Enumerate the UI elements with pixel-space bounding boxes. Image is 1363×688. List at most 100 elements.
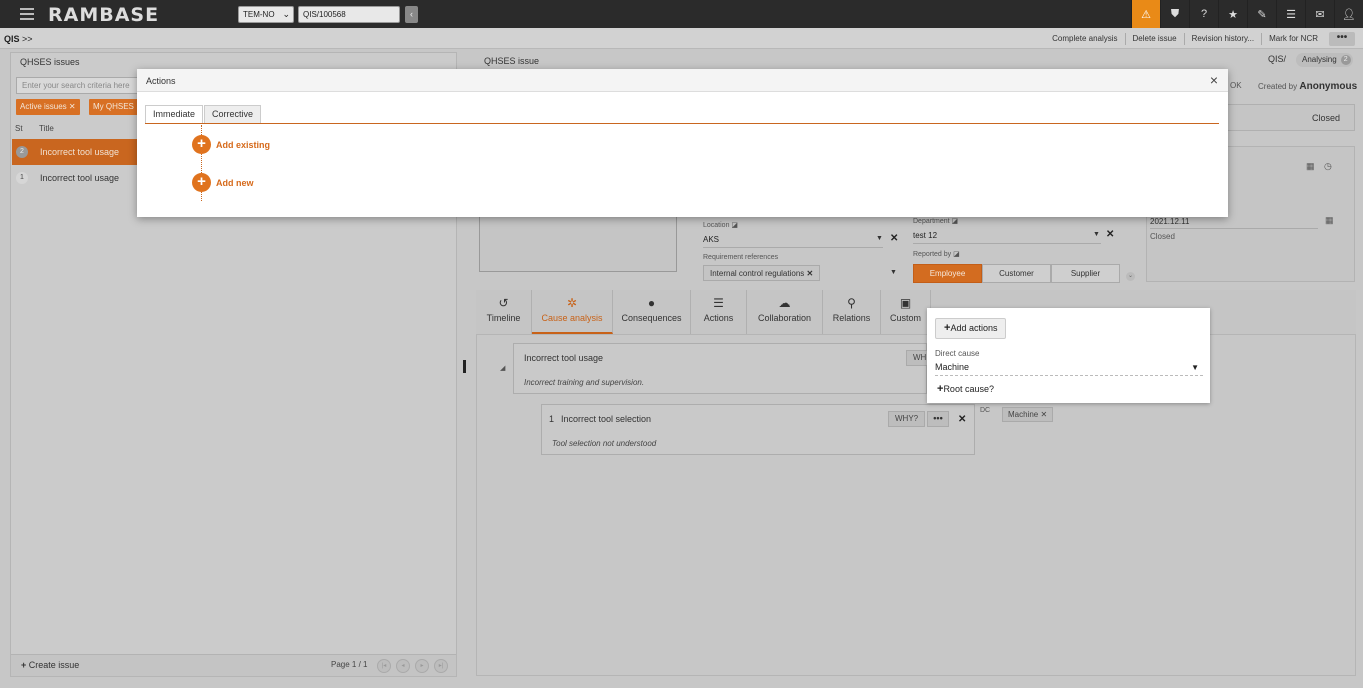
- reported-by-employee[interactable]: Employee: [913, 264, 982, 283]
- tab-label: Timeline: [486, 313, 521, 323]
- reported-by-customer[interactable]: Customer: [982, 264, 1051, 283]
- close-icon[interactable]: ✕: [1040, 410, 1047, 419]
- first-page-icon[interactable]: |◂: [377, 659, 391, 673]
- filter-chip-active-issues[interactable]: Active issues ✕: [16, 99, 80, 115]
- close-icon[interactable]: ✕: [69, 102, 76, 111]
- relations-icon: ⚲: [847, 296, 856, 310]
- chevron-down-icon: ▼: [1191, 363, 1199, 372]
- cause-description: Incorrect training and supervision.: [524, 378, 645, 387]
- tab-actions[interactable]: ☰ Actions: [691, 290, 747, 334]
- back-button[interactable]: ‹: [405, 6, 418, 23]
- help-icon[interactable]: ?: [1189, 0, 1218, 28]
- shield-icon[interactable]: ⛊: [1160, 0, 1189, 28]
- company-select[interactable]: TEM-NO ⌄: [238, 6, 294, 23]
- calendar-icon[interactable]: ▦: [1306, 161, 1315, 172]
- next-page-icon[interactable]: ▸: [415, 659, 429, 673]
- department-underline: [913, 243, 1101, 244]
- requirement-tag: Internal control regulations ✕: [703, 265, 821, 281]
- closed-date-field[interactable]: 2021.12.11: [1150, 217, 1318, 229]
- collapse-icon[interactable]: ◢: [500, 364, 505, 372]
- edit-icon[interactable]: ◪: [953, 251, 960, 258]
- reference-input[interactable]: QIS/100568: [298, 6, 400, 23]
- search-input[interactable]: Enter your search criteria here: [16, 77, 153, 94]
- list-icon[interactable]: ☰: [1276, 0, 1305, 28]
- chevron-down-icon[interactable]: ▼: [890, 269, 897, 276]
- menu-icon[interactable]: [20, 8, 34, 20]
- panel-title: QHSES issues: [20, 57, 80, 67]
- tab-immediate[interactable]: Immediate: [145, 105, 204, 124]
- cause-popup: +Add actions Direct cause Machine ▼ +Root…: [927, 308, 1210, 403]
- add-actions-button[interactable]: +Add actions: [935, 318, 1007, 339]
- add-actions-label: Add actions: [950, 323, 998, 333]
- delete-issue-button[interactable]: Delete issue: [1124, 32, 1184, 45]
- reported-by-label: Reported by ◪: [913, 250, 960, 258]
- clock-icon[interactable]: ◷: [1324, 161, 1332, 172]
- cause-title: Incorrect tool selection: [561, 414, 652, 424]
- modal-header: Actions ×: [137, 69, 1228, 92]
- filter-chip-my-qhses[interactable]: My QHSES: [89, 99, 139, 115]
- add-new-link[interactable]: Add new: [216, 178, 254, 188]
- description-textarea[interactable]: [479, 212, 677, 272]
- close-icon[interactable]: ✕: [807, 269, 814, 278]
- department-label: Department ◪: [913, 217, 958, 225]
- mail-icon[interactable]: ✉: [1305, 0, 1334, 28]
- close-icon[interactable]: ×: [1210, 72, 1218, 88]
- last-page-icon[interactable]: ▸|: [434, 659, 448, 673]
- add-existing-link[interactable]: Add existing: [216, 140, 270, 150]
- close-icon[interactable]: ✕: [958, 414, 966, 425]
- status-badge: 2: [16, 146, 28, 158]
- direct-cause-tag-text: Machine: [1008, 410, 1039, 419]
- more-options-button[interactable]: •••: [1329, 31, 1355, 46]
- star-icon[interactable]: ★: [1218, 0, 1247, 28]
- tab-relations[interactable]: ⚲ Relations: [823, 290, 881, 334]
- clear-location-icon[interactable]: ✕: [890, 233, 898, 244]
- edit-icon[interactable]: ◪: [952, 218, 959, 225]
- root-cause-button[interactable]: +Root cause?: [937, 383, 994, 395]
- breadcrumb-item[interactable]: QIS: [4, 34, 20, 44]
- breadcrumb: QIS >>: [4, 34, 33, 44]
- plus-icon[interactable]: +: [192, 135, 211, 154]
- paperclip-icon[interactable]: ✎: [1247, 0, 1276, 28]
- cause-card[interactable]: Incorrect tool usage Incorrect training …: [513, 343, 934, 394]
- chevron-down-icon[interactable]: ▼: [1093, 231, 1100, 238]
- tab-cause-analysis[interactable]: ✲ Cause analysis: [532, 290, 613, 334]
- edit-icon[interactable]: ◪: [731, 222, 738, 229]
- created-by-label: Created by: [1258, 82, 1298, 91]
- column-header-title[interactable]: Title: [39, 124, 54, 133]
- user-icon[interactable]: 👤︎: [1334, 0, 1363, 28]
- complete-analysis-button[interactable]: Complete analysis: [1045, 33, 1124, 45]
- column-header-status[interactable]: St: [15, 124, 23, 133]
- cause-card[interactable]: 1 Incorrect tool selection Tool selectio…: [541, 404, 975, 455]
- calendar-icon[interactable]: ▦: [1325, 215, 1334, 226]
- prev-page-icon[interactable]: ◂: [396, 659, 410, 673]
- create-issue-button[interactable]: + Create issue: [21, 660, 79, 670]
- tab-timeline[interactable]: ↺ Timeline: [476, 290, 532, 334]
- root-cause-label: Root cause?: [943, 384, 994, 394]
- plus-icon[interactable]: +: [192, 173, 211, 192]
- department-value[interactable]: test 12: [913, 231, 937, 240]
- tab-custom[interactable]: ▣ Custom: [881, 290, 931, 334]
- mark-for-ncr-button[interactable]: Mark for NCR: [1261, 32, 1325, 45]
- warning-icon[interactable]: ⚠: [1131, 0, 1160, 28]
- location-value[interactable]: AKS: [703, 235, 719, 244]
- tab-collaboration[interactable]: ☁ Collaboration: [747, 290, 823, 334]
- direct-cause-tag: Machine ✕: [1002, 407, 1054, 422]
- chevron-down-icon[interactable]: ▼: [876, 235, 883, 242]
- app-logo[interactable]: RAMBASE: [48, 4, 159, 26]
- table-row[interactable]: 1 Incorrect tool usage: [12, 165, 138, 191]
- clear-department-icon[interactable]: ✕: [1106, 229, 1114, 240]
- revision-history-button[interactable]: Revision history...: [1183, 32, 1262, 45]
- more-options-button[interactable]: •••: [927, 411, 949, 427]
- expand-icon[interactable]: ⌄: [1126, 272, 1135, 281]
- panel-splitter[interactable]: [463, 360, 466, 373]
- company-value: TEM-NO: [243, 10, 275, 19]
- reported-by-label-text: Reported by: [913, 251, 952, 258]
- tab-consequences[interactable]: ● Consequences: [613, 290, 691, 334]
- tab-corrective[interactable]: Corrective: [204, 105, 262, 124]
- direct-cause-select[interactable]: Machine ▼: [935, 362, 1203, 376]
- row-title: Incorrect tool usage: [40, 173, 120, 183]
- why-button[interactable]: WHY?: [888, 411, 926, 427]
- table-row[interactable]: 2 Incorrect tool usage: [12, 139, 138, 165]
- reported-by-supplier[interactable]: Supplier: [1051, 264, 1120, 283]
- created-by: Created by Anonymous: [1258, 81, 1357, 92]
